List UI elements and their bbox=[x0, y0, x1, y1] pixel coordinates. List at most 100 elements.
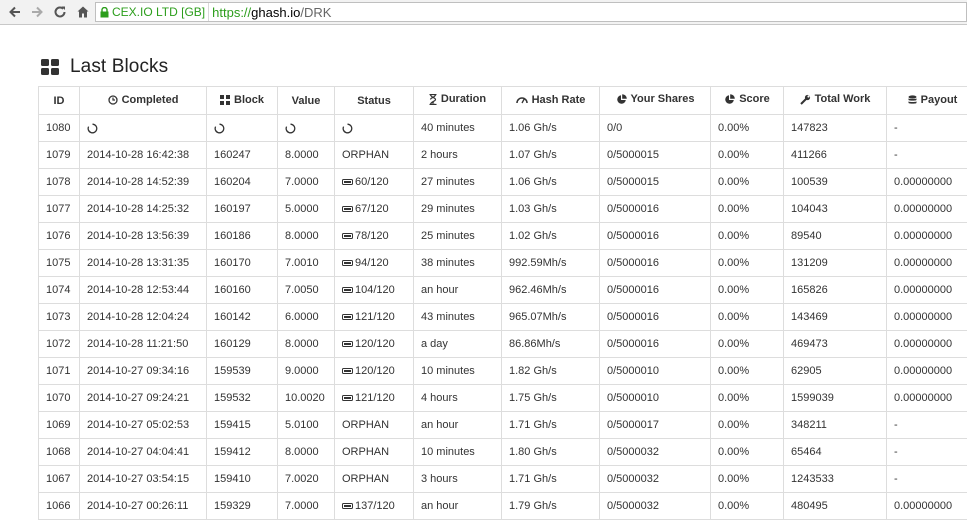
cell-value bbox=[277, 114, 335, 142]
cell-id-text: 1068 bbox=[46, 446, 71, 458]
cell-your-shares-text: 0/5000016 bbox=[607, 284, 659, 296]
cell-value-text: 5.0100 bbox=[285, 419, 319, 431]
cell-duration: 27 minutes bbox=[413, 168, 502, 196]
cell-value: 7.0020 bbox=[277, 465, 335, 493]
column-header-hash-rate[interactable]: Hash Rate bbox=[501, 86, 600, 115]
cell-payout: - bbox=[886, 141, 967, 169]
cell-block[interactable]: 159539 bbox=[206, 357, 278, 385]
cell-block[interactable]: 159412 bbox=[206, 438, 278, 466]
cell-total-work-text: 100539 bbox=[791, 176, 828, 188]
cell-duration-text: 3 hours bbox=[421, 473, 458, 485]
cell-total-work: 143469 bbox=[783, 303, 887, 331]
cell-your-shares-text: 0/5000017 bbox=[607, 419, 659, 431]
ev-certificate-badge[interactable]: CEX.IO LTD [GB] bbox=[96, 3, 210, 21]
cell-score-text: 0.00% bbox=[718, 338, 750, 350]
cell-block[interactable]: 160170 bbox=[206, 249, 278, 277]
reload-button[interactable] bbox=[51, 3, 69, 21]
cell-score: 0.00% bbox=[710, 168, 784, 196]
column-header-score[interactable]: Score bbox=[710, 86, 784, 115]
cell-payout-text: 0.00000000 bbox=[894, 311, 953, 323]
pie-chart-icon bbox=[724, 93, 736, 105]
column-header-id[interactable]: ID bbox=[38, 86, 80, 115]
cell-block-text: 160142 bbox=[214, 311, 251, 323]
cell-value-text: 7.0020 bbox=[285, 473, 319, 485]
cell-block[interactable]: 160160 bbox=[206, 276, 278, 304]
home-button[interactable] bbox=[74, 3, 92, 21]
cell-hash-rate: 1.02 Gh/s bbox=[501, 222, 600, 250]
table-row: 1071 2014-10-27 09:34:16 159539 9.0000 120/1… bbox=[38, 357, 967, 385]
cell-block[interactable]: 160186 bbox=[206, 222, 278, 250]
cell-status-text: 94/120 bbox=[355, 257, 389, 269]
column-header-status[interactable]: Status bbox=[334, 86, 414, 115]
cell-score-text: 0.00% bbox=[718, 311, 750, 323]
cell-id: 1076 bbox=[38, 222, 80, 250]
cell-status: 120/120 bbox=[334, 357, 414, 385]
arrow-right-icon bbox=[32, 6, 43, 18]
cell-value: 8.0000 bbox=[277, 141, 335, 169]
cell-payout: 0.00000000 bbox=[886, 168, 967, 196]
cell-completed-text: 2014-10-27 00:26:11 bbox=[87, 500, 189, 512]
cell-hash-rate: 1.71 Gh/s bbox=[501, 411, 600, 439]
cell-block[interactable]: 160204 bbox=[206, 168, 278, 196]
confirmations-bar-icon bbox=[342, 368, 353, 375]
column-header-total-work[interactable]: Total Work bbox=[783, 86, 887, 115]
cell-your-shares-text: 0/5000016 bbox=[607, 230, 659, 242]
column-header-label: Value bbox=[291, 94, 321, 107]
cell-block[interactable]: 160129 bbox=[206, 330, 278, 358]
cell-block[interactable]: 160142 bbox=[206, 303, 278, 331]
cell-total-work: 1599039 bbox=[783, 384, 887, 412]
grid-icon bbox=[220, 94, 231, 105]
table-row: 1075 2014-10-28 13:31:35 160170 7.0010 94/12… bbox=[38, 249, 967, 277]
cell-block-text: 159532 bbox=[214, 392, 251, 404]
cell-total-work: 89540 bbox=[783, 222, 887, 250]
url-host: ghash.io bbox=[251, 4, 301, 20]
cell-id-text: 1067 bbox=[46, 473, 71, 485]
cell-payout: 0.00000000 bbox=[886, 330, 967, 358]
cell-total-work-text: 104043 bbox=[791, 203, 828, 215]
cell-block[interactable]: 159410 bbox=[206, 465, 278, 493]
cell-block[interactable]: 160247 bbox=[206, 141, 278, 169]
cell-block[interactable]: 159329 bbox=[206, 492, 278, 520]
cell-block-text: 160186 bbox=[214, 230, 251, 242]
cell-hash-rate-text: 1.71 Gh/s bbox=[509, 473, 557, 485]
cell-payout: 0.00000000 bbox=[886, 222, 967, 250]
cell-block[interactable] bbox=[206, 114, 278, 142]
cell-block[interactable]: 160197 bbox=[206, 195, 278, 223]
cell-your-shares: 0/5000016 bbox=[599, 303, 711, 331]
table-row: 1068 2014-10-27 04:04:41 159412 8.0000 ORPHA… bbox=[38, 438, 967, 466]
cell-id-text: 1070 bbox=[46, 392, 71, 404]
column-header-payout[interactable]: Payout bbox=[886, 86, 967, 115]
cell-value: 5.0100 bbox=[277, 411, 335, 439]
column-header-value[interactable]: Value bbox=[277, 86, 335, 115]
cell-completed: 2014-10-28 13:56:39 bbox=[79, 222, 207, 250]
cell-hash-rate: 1.79 Gh/s bbox=[501, 492, 600, 520]
cell-completed-text: 2014-10-27 04:04:41 bbox=[87, 446, 190, 458]
cell-status: ORPHAN bbox=[334, 465, 414, 493]
back-button[interactable] bbox=[6, 3, 24, 21]
cell-block[interactable]: 159415 bbox=[206, 411, 278, 439]
cell-duration-text: an hour bbox=[421, 284, 459, 296]
cell-score: 0.00% bbox=[710, 492, 784, 520]
column-header-duration[interactable]: Duration bbox=[413, 86, 502, 115]
cell-block-text: 160197 bbox=[214, 203, 251, 215]
cell-status: 94/120 bbox=[334, 249, 414, 277]
cell-status: 137/120 bbox=[334, 492, 414, 520]
table-row: 1067 2014-10-27 03:54:15 159410 7.0020 ORPHA… bbox=[38, 465, 967, 493]
cell-block[interactable]: 159532 bbox=[206, 384, 278, 412]
confirmations-bar-icon bbox=[342, 287, 353, 294]
cell-completed-text: 2014-10-28 12:53:44 bbox=[87, 284, 190, 296]
cell-id-text: 1076 bbox=[46, 230, 71, 242]
cell-score-text: 0.00% bbox=[718, 203, 750, 215]
cell-payout-text: 0.00000000 bbox=[894, 284, 953, 296]
address-bar[interactable]: CEX.IO LTD [GB] https:// ghash.io /DRK bbox=[95, 2, 967, 22]
cell-duration-text: an hour bbox=[421, 419, 459, 431]
column-header-block[interactable]: Block bbox=[206, 86, 278, 115]
cell-hash-rate-text: 992.59Mh/s bbox=[509, 257, 567, 269]
column-header-your-shares[interactable]: Your Shares bbox=[599, 86, 711, 115]
cell-your-shares: 0/5000016 bbox=[599, 276, 711, 304]
column-header-completed[interactable]: Completed bbox=[79, 86, 207, 115]
column-header-label: Payout bbox=[920, 93, 958, 106]
column-header-label: Status bbox=[357, 94, 391, 107]
forward-button[interactable] bbox=[28, 3, 46, 21]
cell-total-work: 100539 bbox=[783, 168, 887, 196]
